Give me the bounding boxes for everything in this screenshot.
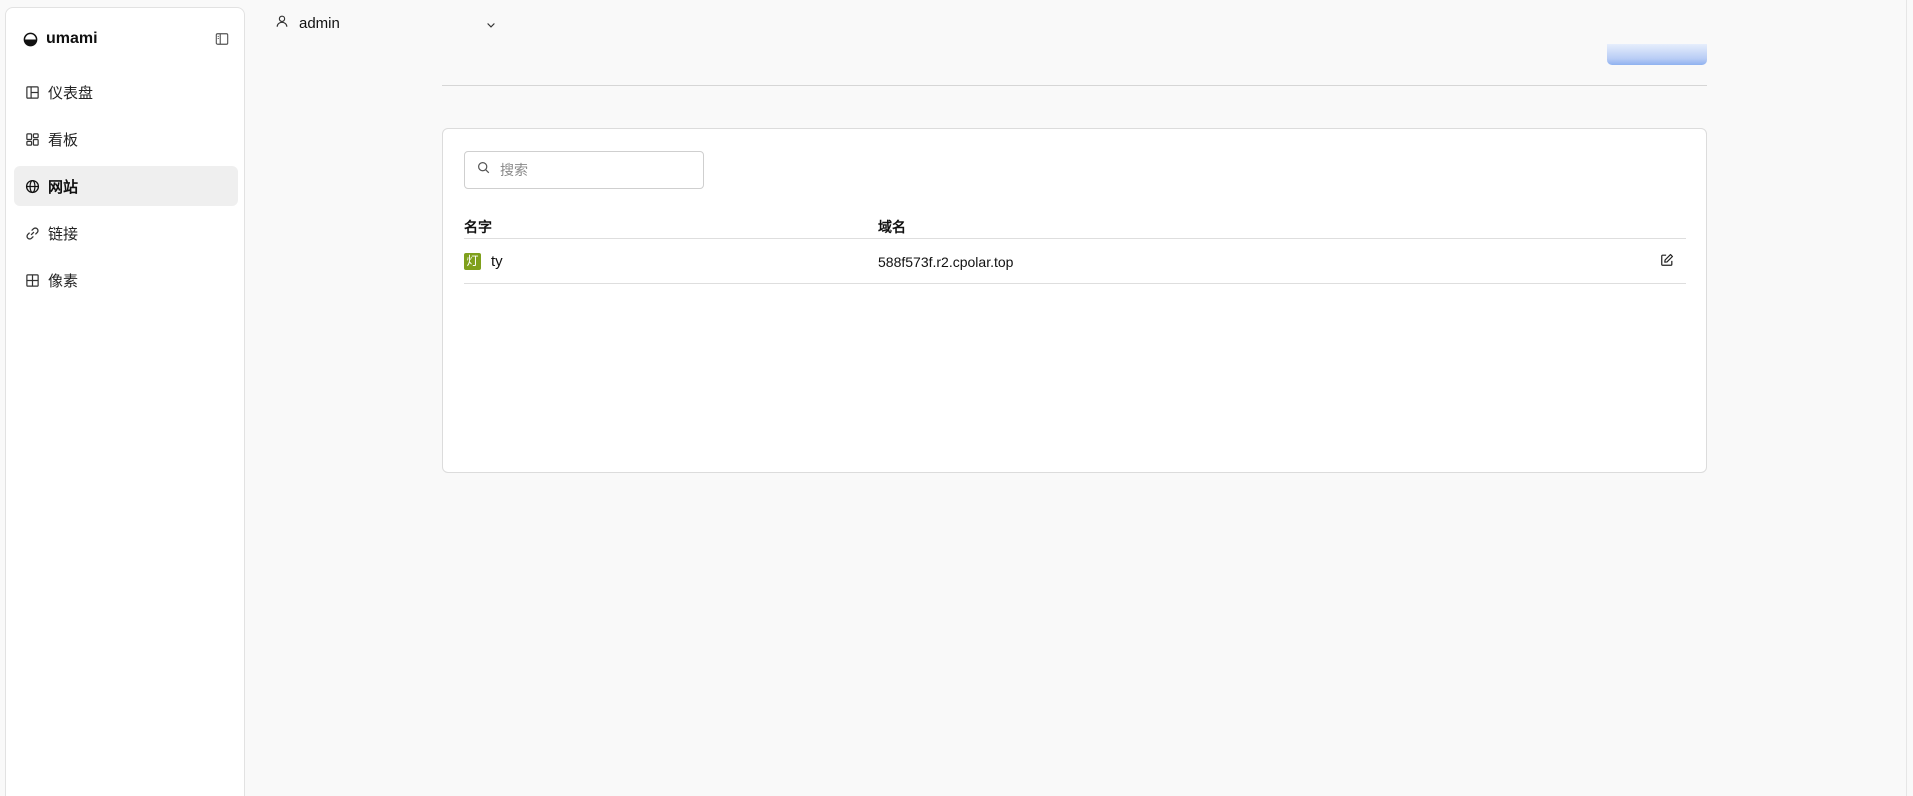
user-icon [275,14,289,32]
column-header-name: 名字 [464,219,492,235]
website-domain: 588f573f.r2.cpolar.top [878,254,1014,270]
search-input[interactable] [500,162,680,178]
sidebar-item-links[interactable]: 链接 [14,213,238,253]
user-name: admin [299,14,340,32]
websites-table: 名字 域名 灯 ty 588f573f.r2.cpolar.top [464,209,1686,284]
column-header-domain: 域名 [878,219,906,235]
sidebar-item-label: 网站 [48,178,79,196]
sidebar-item-dashboard[interactable]: 仪表盘 [14,72,238,112]
sidebar-item-boards[interactable]: 看板 [14,119,238,159]
sidebar-item-label: 链接 [48,225,79,243]
globe-icon [25,179,40,194]
brand[interactable]: umami [23,30,98,48]
sidebar-item-pixels[interactable]: 像素 [14,260,238,300]
grid-icon [25,273,40,288]
websites-panel: 名字 域名 灯 ty 588f573f.r2.cpolar.top [442,128,1707,473]
table-row[interactable]: 灯 ty 588f573f.r2.cpolar.top [464,239,1686,284]
dashboard-icon [25,85,40,100]
website-name-cell: 灯 ty [464,253,503,270]
boards-icon [25,132,40,147]
website-name[interactable]: ty [491,253,503,270]
table-header: 名字 域名 [464,209,1686,239]
header-divider [442,85,1707,86]
sidebar-collapse-button[interactable] [213,30,231,48]
edit-icon [1661,253,1674,266]
user-menu[interactable]: admin [275,14,495,32]
sidebar: umami 仪表盘 看板 网站 链接 像素 [5,7,245,796]
edit-website-button[interactable] [1660,253,1674,271]
sidebar-nav: 仪表盘 看板 网站 链接 像素 [14,72,238,307]
chevron-down-icon [485,18,497,35]
search-box[interactable] [464,151,704,189]
sidebar-toggle-icon [215,33,229,45]
brand-name: umami [46,30,98,47]
website-favicon: 灯 [464,253,481,270]
scrollbar-track[interactable] [1906,0,1907,796]
sidebar-item-label: 像素 [48,272,79,290]
app-root: umami 仪表盘 看板 网站 链接 像素 admin 搜索 名字 域名 灯 t… [0,0,1913,796]
search-icon [477,161,490,179]
sidebar-item-label: 仪表盘 [48,84,94,102]
umami-logo-icon [23,32,38,47]
link-icon [25,226,40,241]
sidebar-item-websites[interactable]: 网站 [14,166,238,206]
sidebar-item-label: 看板 [48,131,79,149]
add-website-button[interactable] [1607,44,1707,65]
